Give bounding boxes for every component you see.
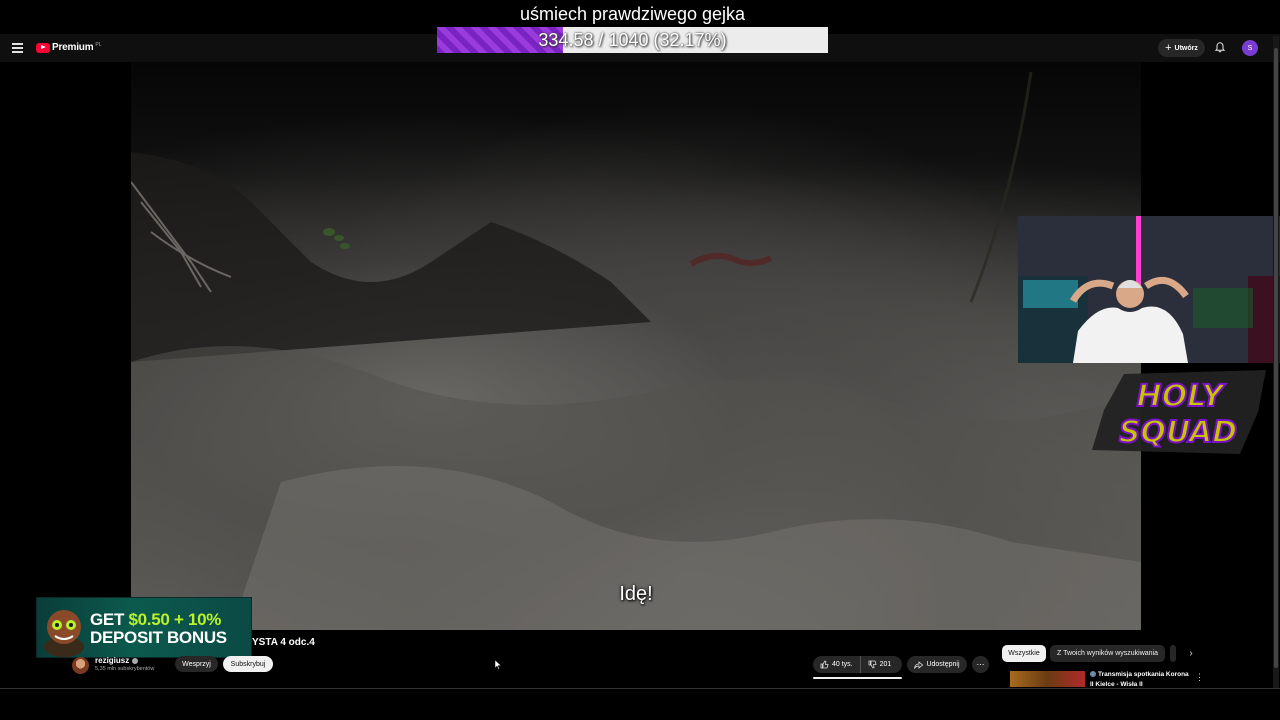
goal-title: uśmiech prawdziwego gejka bbox=[519, 4, 746, 24]
streamer-webcam bbox=[1018, 216, 1280, 363]
recommendation-thumbnail[interactable] bbox=[1010, 671, 1085, 687]
thumbs-up-icon bbox=[820, 660, 829, 669]
like-button[interactable]: 40 tys. bbox=[813, 656, 861, 673]
kebab-menu-icon[interactable]: ⋮ bbox=[1195, 672, 1204, 683]
chevron-right-icon[interactable]: › bbox=[1184, 646, 1198, 660]
goal-progress-text: 334.58 / 1040 (32.17%) bbox=[538, 29, 727, 50]
chip-all[interactable]: Wszystkie bbox=[1002, 645, 1046, 662]
bell-icon[interactable] bbox=[1215, 42, 1225, 53]
goal-progress-bar: 334.58 / 1040 (32.17%) bbox=[437, 27, 828, 53]
ad-headline: GET $0.50 + 10% bbox=[90, 610, 221, 630]
live-icon bbox=[1090, 671, 1096, 678]
create-label: Utwórz bbox=[1174, 44, 1198, 52]
page-scrollbar[interactable] bbox=[1273, 36, 1279, 688]
share-label: Udostępnij bbox=[926, 661, 960, 668]
video-title: YSTA 4 odc.4 bbox=[252, 637, 315, 648]
dislike-count: 201 bbox=[879, 661, 892, 668]
channel-name[interactable]: rezigiusz bbox=[95, 656, 139, 665]
ad-headline-accent: $0.50 + 10% bbox=[128, 610, 222, 629]
subscriber-count: 5,35 mln subskrybentów bbox=[95, 666, 155, 672]
recommendation-title[interactable]: Transmisja spotkania Korona II Kielce - … bbox=[1090, 670, 1190, 687]
channel-name-text: rezigiusz bbox=[95, 656, 130, 665]
menu-icon[interactable] bbox=[12, 43, 23, 53]
forest-scene bbox=[131, 71, 1141, 630]
deposit-bonus-ad[interactable]: GET $0.50 + 10% DEPOSIT BONUS bbox=[36, 597, 252, 658]
holy-squad-logo: HOLY SQUAD bbox=[1092, 370, 1266, 454]
account-avatar[interactable]: S bbox=[1242, 40, 1258, 56]
like-count: 40 tys. bbox=[832, 661, 853, 668]
subscribe-button[interactable]: Subskrybuj bbox=[223, 656, 273, 672]
dislike-button[interactable]: 201 bbox=[861, 656, 899, 673]
chip-from-your-search[interactable]: Z Twoich wyników wyszukiwania bbox=[1050, 645, 1165, 662]
verified-icon bbox=[132, 657, 139, 664]
svg-text:HOLY: HOLY bbox=[1137, 379, 1227, 414]
thumbs-down-icon bbox=[868, 660, 877, 669]
ad-subheadline: DEPOSIT BONUS bbox=[90, 628, 227, 647]
logo-text: Premium bbox=[52, 42, 94, 53]
recommendation-title-text: Transmisja spotkania Korona II Kielce - … bbox=[1090, 671, 1189, 687]
share-button[interactable]: Udostępnij bbox=[907, 656, 967, 673]
ad-headline-prefix: GET bbox=[90, 610, 129, 629]
webcam-scene bbox=[1018, 216, 1280, 363]
mouse-cursor-icon bbox=[495, 660, 502, 670]
video-subtitle: Idę! bbox=[619, 583, 653, 605]
svg-text:SQUAD: SQUAD bbox=[1119, 415, 1237, 450]
channel-avatar[interactable] bbox=[72, 657, 89, 674]
ad-mascot-icon bbox=[44, 610, 84, 657]
share-icon bbox=[914, 660, 924, 669]
like-dislike-group: 40 tys. 201 bbox=[813, 656, 902, 673]
logo-region: PL bbox=[95, 41, 102, 48]
bottom-bar bbox=[0, 688, 1280, 720]
scrollbar-thumb[interactable] bbox=[1274, 48, 1278, 668]
like-ratio-bar bbox=[813, 677, 902, 679]
youtube-play-icon bbox=[36, 42, 50, 53]
chip-partial[interactable] bbox=[1170, 645, 1176, 662]
create-button[interactable]: + Utwórz bbox=[1158, 39, 1205, 57]
more-actions-button[interactable]: ⋯ bbox=[972, 656, 989, 673]
support-button[interactable]: Wesprzyj bbox=[175, 656, 218, 672]
plus-icon: + bbox=[1165, 41, 1172, 54]
youtube-logo[interactable]: Premium PL bbox=[36, 42, 102, 53]
video-frame[interactable] bbox=[131, 62, 1141, 630]
